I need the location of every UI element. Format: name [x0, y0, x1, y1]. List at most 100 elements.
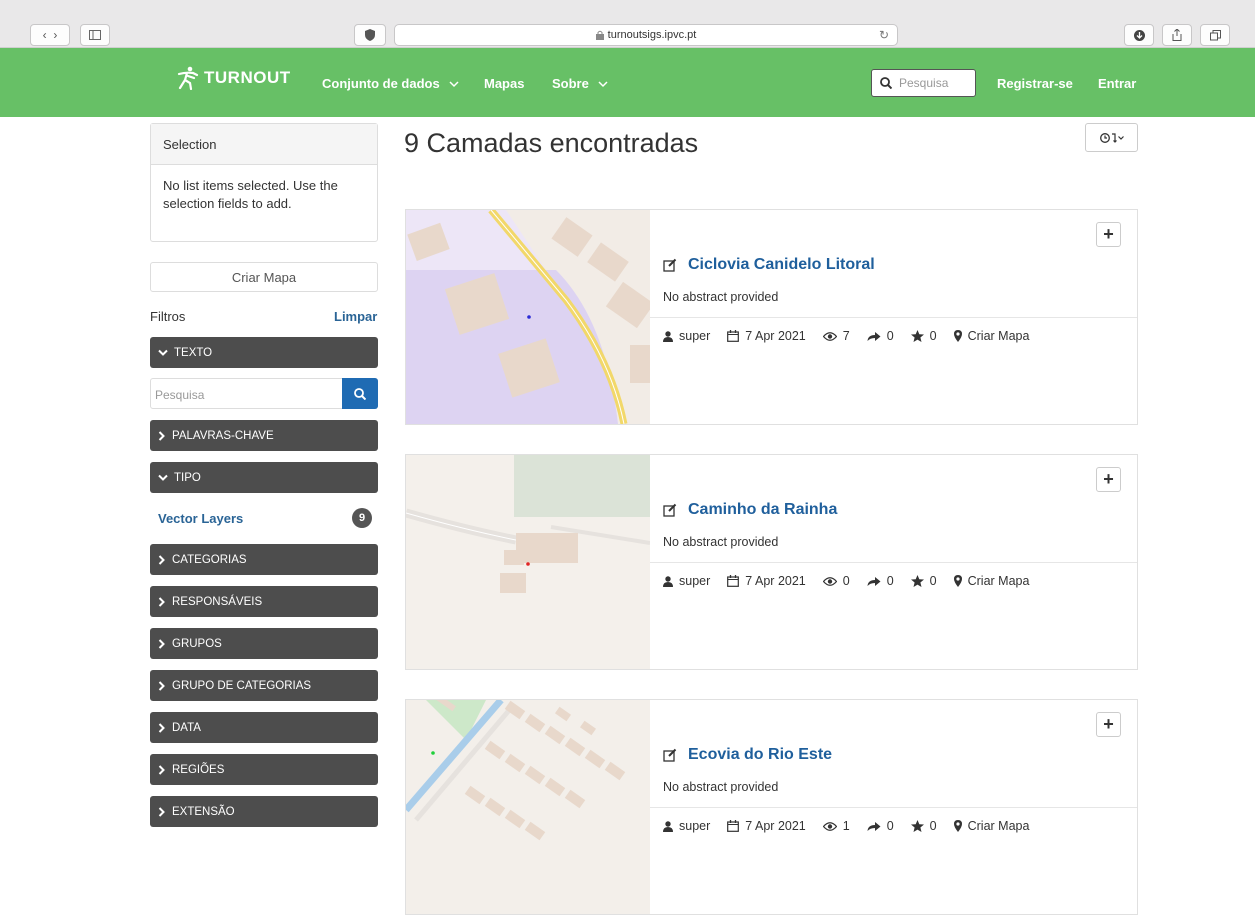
facet-label: REGIÕES: [172, 763, 225, 776]
star-icon: [910, 575, 924, 587]
layer-abstract: No abstract provided: [663, 535, 779, 549]
layer-create-map-link[interactable]: Criar Mapa: [968, 819, 1030, 833]
layer-shares: 0: [886, 574, 894, 588]
create-map-button[interactable]: Criar Mapa: [150, 262, 378, 292]
user-icon: [663, 330, 673, 342]
count-badge: 9: [352, 508, 372, 528]
layer-create-map-link[interactable]: Criar Mapa: [968, 574, 1030, 588]
text-search-button[interactable]: [342, 378, 378, 409]
layer-abstract: No abstract provided: [663, 780, 779, 794]
search-placeholder: Pesquisa: [899, 76, 949, 90]
add-to-selection-button[interactable]: +: [1096, 712, 1121, 737]
layer-owner[interactable]: super: [679, 819, 710, 833]
facet-option-vector-layers[interactable]: Vector Layers 9: [158, 508, 372, 528]
facet-tipo[interactable]: TIPO: [150, 462, 378, 493]
chevron-left-icon[interactable]: ‹: [43, 28, 47, 42]
facet-texto[interactable]: TEXTO: [150, 337, 378, 368]
eye-icon: [822, 576, 837, 586]
chevron-right-icon: [158, 554, 165, 565]
layer-thumbnail[interactable]: [406, 455, 650, 669]
share-icon: [867, 821, 881, 831]
layer-create-map-link[interactable]: Criar Mapa: [968, 329, 1030, 343]
share-icon: [867, 576, 881, 586]
facet-categorias[interactable]: CATEGORIAS: [150, 544, 378, 575]
layer-rating: 0: [929, 574, 937, 588]
map-marker-icon: [953, 330, 962, 342]
tabs-button[interactable]: [1200, 24, 1230, 46]
search-icon: [880, 77, 892, 89]
facet-palavras-chave[interactable]: PALAVRAS-CHAVE: [150, 420, 378, 451]
nav-maps[interactable]: Mapas: [484, 76, 524, 91]
facet-option-label: Vector Layers: [158, 511, 244, 526]
layer-title-link[interactable]: Ciclovia Canidelo Litoral: [663, 256, 875, 274]
text-search-input[interactable]: Pesquisa: [150, 378, 378, 409]
reload-icon[interactable]: ↻: [879, 28, 889, 42]
sort-dropdown[interactable]: [1085, 123, 1138, 152]
filters-label: Filtros: [150, 309, 186, 324]
share-button[interactable]: [1162, 24, 1192, 46]
facet-regioes[interactable]: REGIÕES: [150, 754, 378, 785]
layer-owner[interactable]: super: [679, 574, 710, 588]
facet-grupo-de-categorias[interactable]: GRUPO DE CATEGORIAS: [150, 670, 378, 701]
facet-label: GRUPO DE CATEGORIAS: [172, 679, 312, 692]
navbar-search-input[interactable]: Pesquisa: [871, 69, 976, 97]
facet-responsaveis[interactable]: RESPONSÁVEIS: [150, 586, 378, 617]
chevron-right-icon[interactable]: ›: [53, 28, 57, 42]
facet-extensao[interactable]: EXTENSÃO: [150, 796, 378, 827]
layer-thumbnail[interactable]: [406, 700, 650, 914]
layer-shares: 0: [886, 819, 894, 833]
facet-grupos[interactable]: GRUPOS: [150, 628, 378, 659]
layer-date: 7 Apr 2021: [745, 819, 806, 833]
login-link[interactable]: Entrar: [1098, 76, 1136, 91]
privacy-shield-button[interactable]: [354, 24, 386, 46]
layer-meta: super 7 Apr 2021 0 0 0 Criar Mapa: [663, 574, 1046, 588]
nav-datasets[interactable]: Conjunto de dados: [322, 76, 459, 91]
download-button[interactable]: [1124, 24, 1154, 46]
layer-thumbnail[interactable]: [406, 210, 650, 424]
clear-filters-link[interactable]: Limpar: [334, 309, 377, 324]
brand-logo[interactable]: TURNOUT: [176, 66, 291, 90]
calendar-icon: [727, 820, 740, 832]
divider: [650, 807, 1137, 808]
layer-views: 7: [842, 329, 850, 343]
runner-icon: [177, 66, 199, 90]
calendar-icon: [727, 330, 740, 342]
layer-card: + Ciclovia Canidelo Litoral No abstract …: [405, 209, 1138, 425]
back-forward-buttons[interactable]: ‹ ›: [30, 24, 70, 46]
layer-rating: 0: [929, 329, 937, 343]
star-icon: [910, 330, 924, 342]
layer-card-body: + Ciclovia Canidelo Litoral No abstract …: [650, 210, 1137, 424]
share-icon: [867, 331, 881, 341]
layer-abstract: No abstract provided: [663, 290, 779, 304]
brand-name: TURNOUT: [204, 68, 291, 87]
add-to-selection-button[interactable]: +: [1096, 467, 1121, 492]
sidebar-toggle-button[interactable]: [80, 24, 110, 46]
nav-about[interactable]: Sobre: [552, 76, 608, 91]
facet-data[interactable]: DATA: [150, 712, 378, 743]
map-marker-icon: [953, 820, 962, 832]
edit-icon: [663, 503, 677, 517]
star-icon: [910, 820, 924, 832]
calendar-icon: [727, 575, 740, 587]
map-marker-icon: [953, 575, 962, 587]
address-bar[interactable]: turnoutsigs.ipvc.pt ↻: [394, 24, 898, 46]
chevron-right-icon: [158, 430, 165, 441]
chevron-right-icon: [158, 806, 165, 817]
layer-card: + Caminho da Rainha No abstract provided…: [405, 454, 1138, 670]
share-icon: [1172, 29, 1182, 41]
facet-label: DATA: [172, 721, 201, 734]
browser-toolbar: ‹ › turnoutsigs.ipvc.pt ↻: [0, 0, 1255, 48]
chevron-right-icon: [158, 764, 165, 775]
layer-title-link[interactable]: Caminho da Rainha: [663, 501, 837, 519]
layer-card-body: + Ecovia do Rio Este No abstract provide…: [650, 700, 1137, 914]
layer-title-link[interactable]: Ecovia do Rio Este: [663, 746, 832, 764]
add-to-selection-button[interactable]: +: [1096, 222, 1121, 247]
search-icon: [354, 387, 366, 400]
selection-panel: Selection No list items selected. Use th…: [150, 123, 378, 242]
layer-owner[interactable]: super: [679, 329, 710, 343]
results-title: 9 Camadas encontradas: [404, 128, 699, 158]
facet-label: TIPO: [174, 471, 201, 484]
chevron-down-icon: [158, 474, 168, 481]
edit-icon: [663, 748, 677, 762]
register-link[interactable]: Registrar-se: [997, 76, 1073, 91]
